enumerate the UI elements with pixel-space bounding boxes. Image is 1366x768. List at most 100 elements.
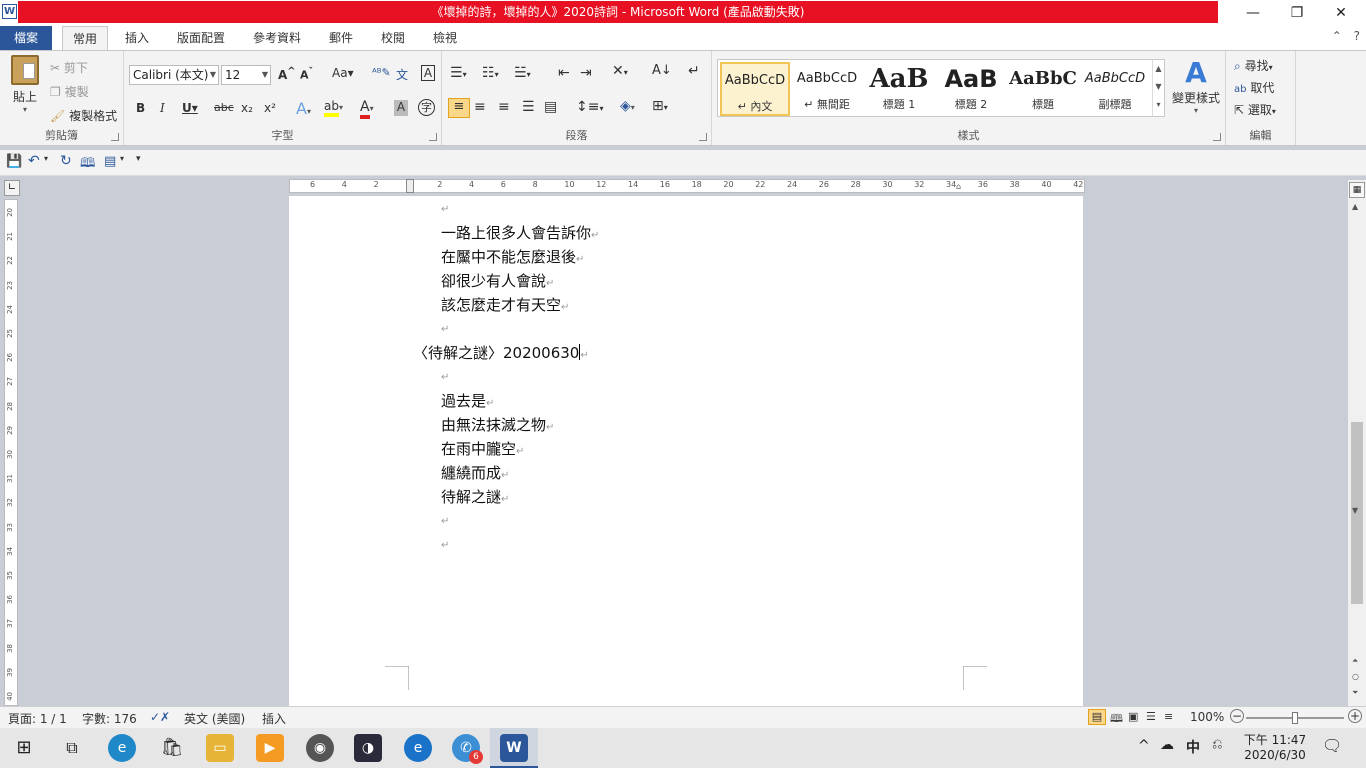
document-line[interactable]: 由無法抹滅之物↵ [441,414,554,435]
style-subtitle[interactable]: AaBbCcD 副標題 [1080,62,1150,116]
document-line[interactable]: 過去是↵ [441,390,494,411]
line-spacing-button[interactable]: ↕≡▾ [576,99,603,115]
zoom-level[interactable]: 100% [1190,710,1224,724]
indent-marker-icon[interactable] [406,179,414,193]
font-name-combo[interactable]: Calibri (本文) ▼ [129,65,219,85]
text-effects-button[interactable]: A▾ [296,99,311,118]
document-line[interactable]: 在黶中不能怎麼退後↵ [441,246,584,267]
font-size-combo[interactable]: 12 ▼ [221,65,271,85]
new-document-icon[interactable]: ▤ [104,154,116,169]
numbering-button[interactable]: ☷▾ [482,65,499,81]
document-line[interactable]: ↵ [441,534,449,552]
bullets-button[interactable]: ☰▾ [450,65,467,81]
notification-center-icon[interactable]: 🗨 [1322,736,1342,755]
cut-button[interactable]: ✂ 剪下 [50,59,88,76]
document-line[interactable]: ↵ [441,510,449,528]
bold-button[interactable]: B [136,101,145,115]
chrome-browser-icon[interactable]: ◉ [306,734,334,762]
clock[interactable]: 下午 11:47 2020/6/30 [1240,731,1310,762]
print-preview-icon[interactable]: 🕮 [80,154,95,176]
distributed-button[interactable]: ▤ [544,99,557,115]
document-line[interactable]: 待解之謎↵ [441,486,509,507]
borders-button[interactable]: ⊞▾ [652,98,668,114]
italic-button[interactable]: I [160,101,165,115]
save-icon[interactable]: 💾 [6,154,22,169]
style-heading-1[interactable]: AaB 標題 1 [864,62,934,116]
proofing-icon[interactable]: ✓✗ [150,710,170,724]
tab-references[interactable]: 參考資料 [242,26,312,50]
word-count[interactable]: 字數: 176 [82,710,137,727]
document-line[interactable]: 該怎麼走才有天空↵ [441,294,569,315]
text-direction-button[interactable]: ✕▾ [612,63,628,79]
strikethrough-button[interactable]: abc [214,101,234,114]
change-case-button[interactable]: Aa▾ [332,66,354,80]
document-page[interactable]: ↵ 一路上很多人會告訴你↵ 在黶中不能怎麼退後↵ 卻很少有人會說↵ 該怎麼走才有天空↵ ↵… [289,196,1083,706]
edge-browser-icon[interactable]: e [108,734,136,762]
styles-scroll[interactable]: ▲ ▼ ▾ [1152,60,1164,116]
document-line[interactable]: 在雨中朧空↵ [441,438,524,459]
windows-start-icon[interactable]: ⊞ [10,734,38,762]
subscript-button[interactable]: x₂ [241,101,253,115]
full-screen-reading-icon[interactable]: 🕮 [1110,710,1123,729]
tab-file[interactable]: 檔案 [0,26,52,50]
phonetic-guide-button[interactable]: 文 [396,66,408,83]
keyboard-layout-icon[interactable]: ⎌ [1212,737,1222,752]
tab-selector-icon[interactable]: ∟ [4,180,20,196]
style-title[interactable]: AaBbC 標題 [1008,62,1078,116]
font-launcher-icon[interactable] [429,133,437,141]
tab-review[interactable]: 校閱 [370,26,416,50]
select-button[interactable]: ⇱ 選取▾ [1234,101,1276,118]
grow-font-button[interactable]: A^ [278,66,296,82]
undo-dropdown-icon[interactable]: ▾ [44,154,48,163]
vertical-ruler[interactable]: 20 21 22 23 24 25 26 27 28 29 30 31 32 33 34 35 36 37 38 39… [4,199,18,706]
enclose-chars-button[interactable]: 字 [418,99,435,116]
highlight-button[interactable]: ab▾ [324,99,343,117]
shading-button[interactable]: ◈▾ [620,98,635,114]
styles-launcher-icon[interactable] [1213,133,1221,141]
ime-indicator[interactable]: 中 [1186,737,1200,757]
underline-button[interactable]: U▾ [182,101,198,115]
undo-icon[interactable]: ↶ [28,153,40,169]
document-line[interactable]: ↵ [441,366,449,384]
show-hidden-icons-icon[interactable]: ^ [1138,738,1150,754]
vertical-scrollbar[interactable]: ▦ ▲ ▼ ⏶ ○ ⏷ [1348,180,1366,706]
next-page-icon[interactable]: ⏷ [1352,688,1358,698]
word-app-icon[interactable]: W [2,4,17,19]
scroll-up-icon[interactable]: ▲ [1352,202,1358,211]
outline-view-icon[interactable]: ☰ [1146,710,1156,723]
tab-mailings[interactable]: 郵件 [318,26,364,50]
internet-explorer-icon[interactable]: e [404,734,432,762]
decrease-indent-button[interactable]: ⇤ [558,65,570,81]
new-dropdown-icon[interactable]: ▾ [120,154,124,163]
increase-indent-button[interactable]: ⇥ [580,65,592,81]
clipboard-launcher-icon[interactable] [111,133,119,141]
chevron-down-icon[interactable]: ▼ [1153,78,1164,96]
chevron-up-icon[interactable]: ▲ [1153,60,1164,78]
close-button[interactable]: ✕ [1318,0,1364,26]
char-border-button[interactable]: A [421,65,435,81]
file-explorer-icon[interactable]: ▭ [206,734,234,762]
document-line[interactable]: ↵ [441,318,449,336]
draft-view-icon[interactable]: ≡ [1164,710,1173,723]
copy-button[interactable]: ❐ 複製 [50,83,89,100]
maximize-button[interactable]: ❐ [1274,0,1320,26]
tab-page-layout[interactable]: 版面配置 [166,26,236,50]
task-view-icon[interactable]: ⧉ [58,734,86,762]
document-line[interactable]: 卻很少有人會說↵ [441,270,554,291]
find-button[interactable]: ⌕ 尋找▾ [1234,57,1273,74]
zoom-out-button[interactable]: − [1230,709,1244,723]
change-styles-button[interactable]: A 變更樣式 ▾ [1170,57,1222,116]
redo-icon[interactable]: ↻ [60,153,72,169]
paragraph-launcher-icon[interactable] [699,133,707,141]
show-marks-button[interactable]: ↵ [688,63,700,79]
select-browse-object-icon[interactable]: ○ [1352,672,1359,681]
char-shading-button[interactable]: A [394,100,408,116]
clear-format-button[interactable]: ᴬᴮ✎ [372,66,391,79]
style-no-spacing[interactable]: AaBbCcD ↵ 無間距 [792,62,862,116]
align-right-button[interactable]: ≡ [498,99,510,115]
paste-button[interactable]: 貼上 ▾ [8,55,42,114]
font-color-button[interactable]: A▾ [360,99,374,119]
web-layout-icon[interactable]: ▣ [1128,710,1138,723]
video-editor-icon[interactable]: ◑ [354,734,382,762]
shrink-font-button[interactable]: Aˇ [300,66,313,82]
